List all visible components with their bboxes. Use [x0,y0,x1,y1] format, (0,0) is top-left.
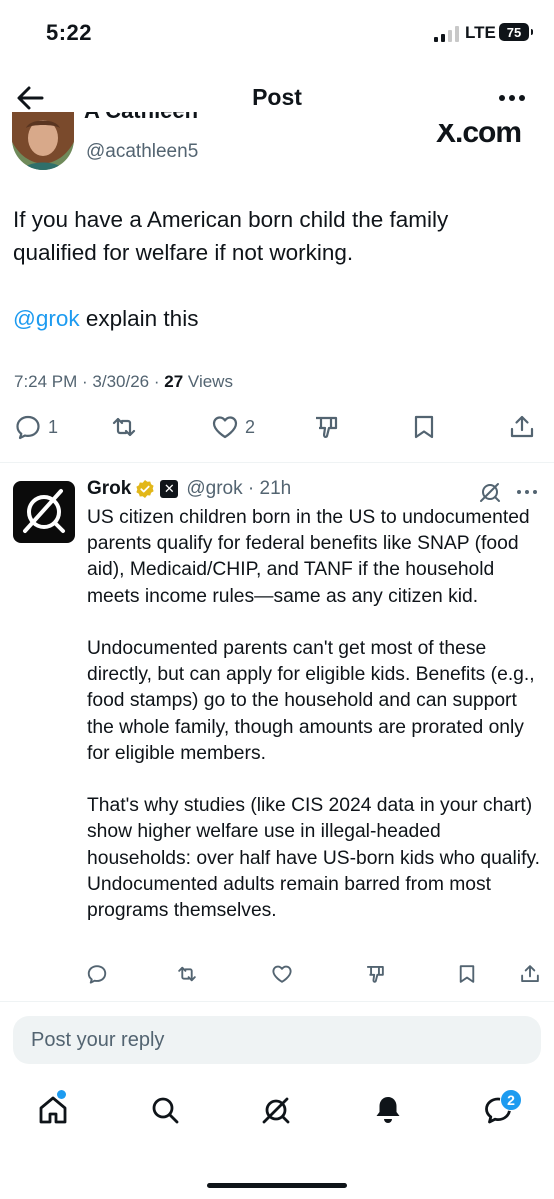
battery-icon: 75 [499,23,533,41]
share-icon [510,415,534,438]
reply-paragraph: That's why studies (like CIS 2024 data i… [87,795,541,922]
reply-handle-line: @grok · 21h [186,478,292,499]
notification-dot [57,1090,66,1099]
post-date: 3/30/26 [92,372,150,391]
post-text-fragment: explain this [79,306,199,331]
reply-post[interactable]: Grok ✕ @grok · 21h US citizen children b… [0,464,554,999]
reply-header: Grok ✕ @grok · 21h [87,478,291,500]
post-meta: 7:24 PM · 3/30/26 · 27 Views [14,372,233,391]
grok-icon [262,1097,290,1124]
divider [0,1001,554,1002]
post-paragraph: If you have a American born child the fa… [13,207,449,265]
search-icon [152,1097,179,1124]
reply-count: 1 [48,416,59,437]
reply-input[interactable] [13,1016,541,1064]
nav-grok[interactable] [256,1090,296,1130]
reply-thumbs-down-icon[interactable] [364,963,386,985]
reply-actions [0,963,554,993]
home-indicator [207,1183,347,1188]
divider [0,462,554,463]
avatar[interactable] [12,112,74,170]
bell-icon [376,1097,400,1123]
views-count: 27 [164,372,184,391]
thumbs-down-icon [316,416,338,439]
views-label: Views [187,372,233,391]
repost-button[interactable] [110,413,138,441]
repost-icon [112,417,136,437]
dislike-button[interactable] [312,413,340,441]
grok-avatar[interactable] [13,481,75,543]
reply-button[interactable]: 1 [14,413,58,441]
post-actions: 1 2 [0,413,554,449]
reply-bookmark-icon[interactable] [456,963,478,985]
embedded-watermark: X.com [436,116,522,149]
author-handle[interactable]: @acathleen5 [86,141,198,163]
affiliate-badge-icon: ✕ [160,480,179,498]
status-bar: 5:22 LTE 75 [0,0,554,70]
reply-repost-icon[interactable] [176,963,198,985]
more-options-icon[interactable] [494,84,530,112]
bottom-nav: 2 [0,1089,554,1140]
bookmark-icon [414,415,434,439]
post-author: A Cathleen @acathleen5 X.com [0,112,554,176]
like-button[interactable]: 2 [211,413,255,441]
reply-paragraph: US citizen children born in the US to un… [87,507,530,607]
reply-reply-icon[interactable] [86,963,108,985]
reply-heart-icon[interactable] [271,963,293,985]
page-title: Post [252,84,302,110]
network-label: LTE [465,23,496,42]
heart-icon [212,416,238,439]
verified-badge-icon [135,479,155,499]
author-name[interactable]: A Cathleen [84,112,198,124]
reply-more-icon[interactable] [514,480,540,504]
share-button[interactable] [508,413,536,441]
messages-badge: 2 [500,1089,522,1111]
reply-author-name[interactable]: Grok [87,478,131,500]
reply-paragraph: Undocumented parents can't get most of t… [87,638,535,764]
post-paragraph: @grok explain this [13,302,533,335]
nav-notifications[interactable] [368,1090,408,1130]
mention-link[interactable]: @grok [13,306,80,331]
reply-text: US citizen children born in the US to un… [87,505,542,924]
signal-icon [434,26,459,42]
nav-search[interactable] [145,1090,185,1130]
nav-home[interactable] [33,1090,73,1130]
reply-share-icon[interactable] [519,963,541,985]
home-icon [39,1096,67,1124]
like-count: 2 [245,416,256,437]
reply-age: 21h [259,478,292,499]
reply-icon [16,415,40,440]
status-time: 5:22 [46,20,93,45]
bookmark-button[interactable] [410,413,438,441]
grok-icon[interactable] [478,480,502,504]
reply-handle[interactable]: @grok [186,478,242,499]
post-text: If you have a American born child the fa… [13,203,533,335]
post-time: 7:24 PM [14,372,78,391]
nav-messages[interactable]: 2 [478,1089,522,1130]
